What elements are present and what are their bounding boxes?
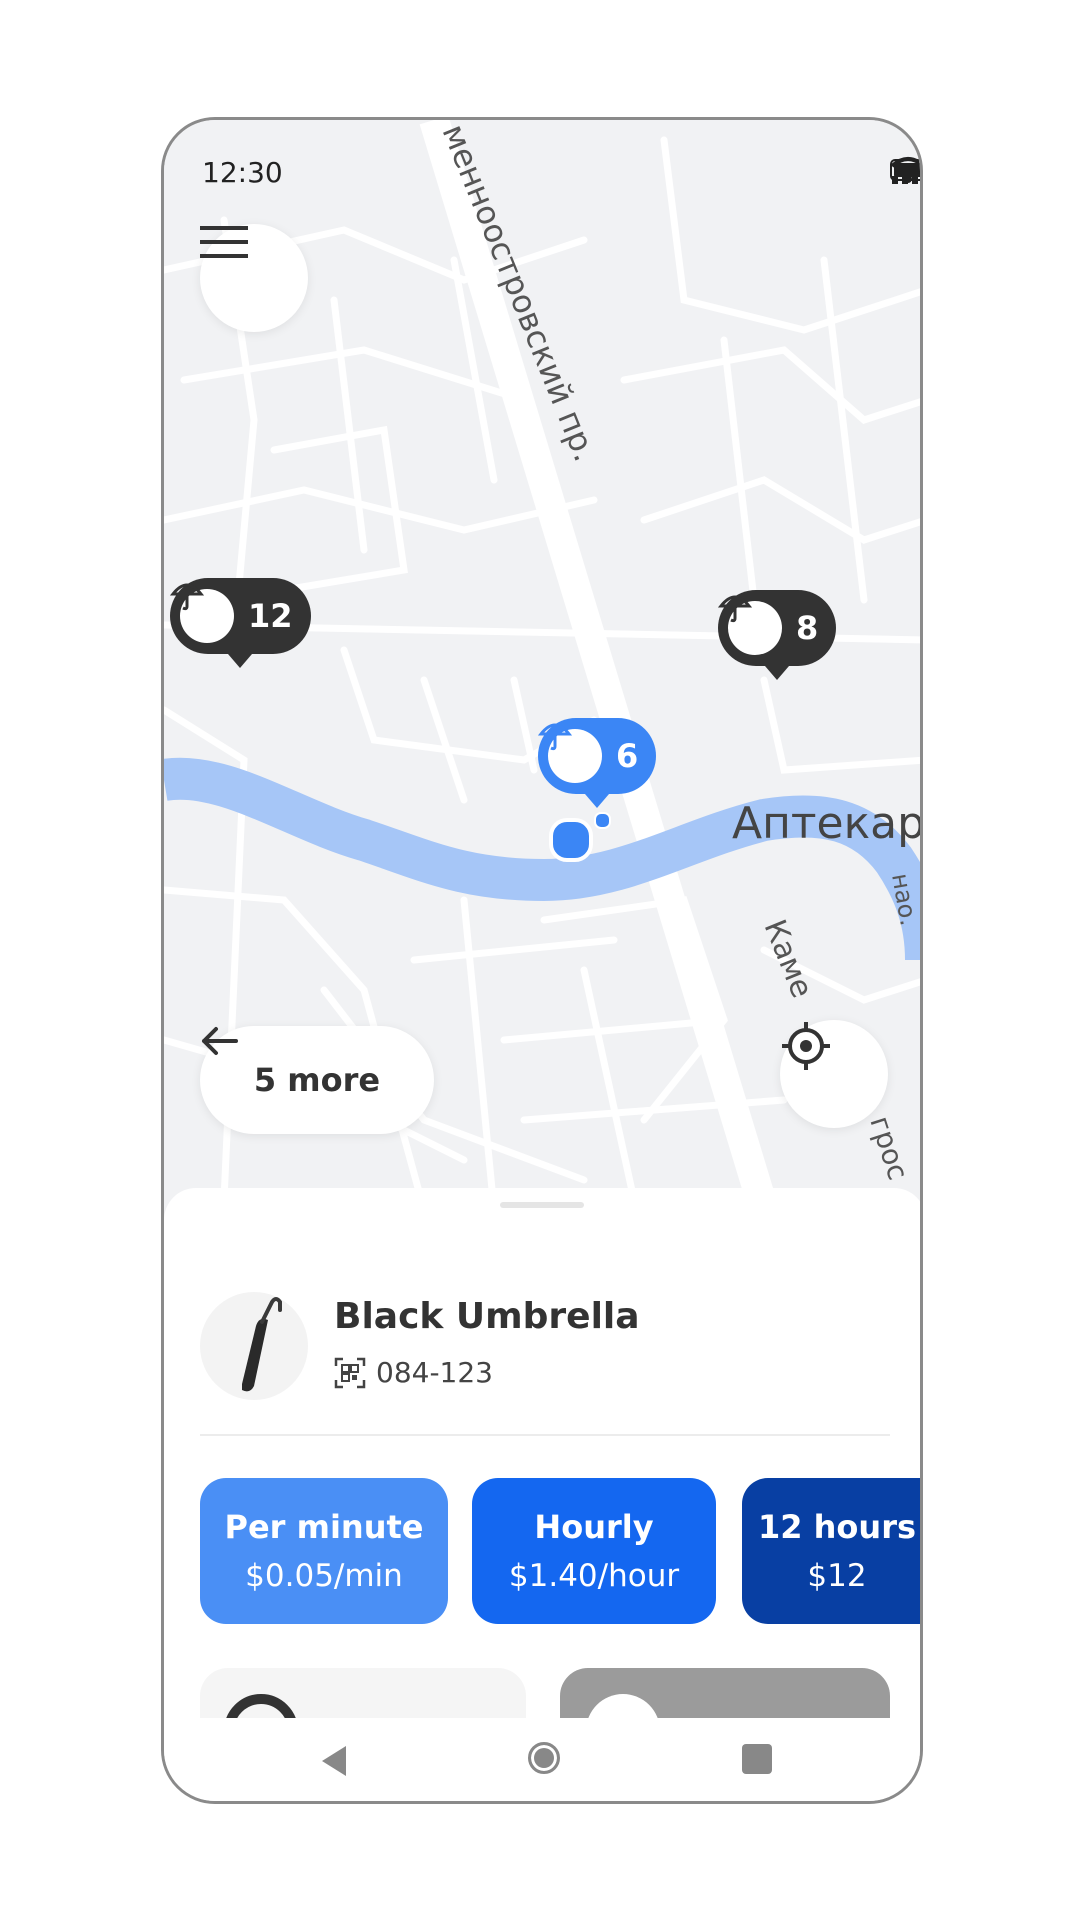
- street-label-aptekar: Аптекар: [732, 798, 923, 849]
- plan-12-hours[interactable]: 12 hours $12: [742, 1478, 920, 1624]
- bottom-sheet: Black Umbrella 084-123 Per minute $0.05/…: [164, 1188, 920, 1718]
- hamburger-icon: [200, 226, 248, 258]
- menu-button[interactable]: [200, 224, 308, 332]
- umbrella-icon: [538, 723, 602, 783]
- pin-count: 8: [796, 609, 819, 647]
- plan-title: Hourly: [534, 1508, 654, 1546]
- divider: [200, 1434, 890, 1436]
- system-navigation-bar: [164, 1718, 920, 1801]
- street-label-kame: Каме: [757, 915, 820, 1003]
- user-location-dot: [549, 818, 593, 862]
- item-title: Black Umbrella: [334, 1296, 640, 1337]
- more-stations-label: 5 more: [253, 1061, 381, 1099]
- item-code: 084-123: [376, 1356, 493, 1389]
- home-nav-icon[interactable]: [528, 1742, 560, 1774]
- umbrella-station-pin[interactable]: 8: [718, 590, 837, 680]
- street-label-gros: грос: [863, 1112, 914, 1184]
- recents-nav-icon[interactable]: [742, 1744, 772, 1774]
- selected-umbrella-station-pin[interactable]: 6: [538, 718, 657, 808]
- crosshair-icon: [782, 1022, 830, 1070]
- battery-icon: [890, 159, 920, 181]
- plan-per-minute[interactable]: Per minute $0.05/min: [200, 1478, 448, 1624]
- my-location-button[interactable]: [780, 1020, 888, 1128]
- status-bar: 12:30: [164, 120, 920, 220]
- status-time: 12:30: [202, 156, 283, 189]
- qr-code-icon: [334, 1357, 366, 1388]
- pin-count: 12: [248, 597, 293, 635]
- option-icon: [224, 1694, 298, 1718]
- plan-price: $1.40/hour: [508, 1558, 680, 1594]
- more-stations-button[interactable]: 5 more: [200, 1026, 434, 1134]
- umbrella-station-pin[interactable]: 12: [170, 578, 311, 668]
- umbrella-product-icon: [242, 1297, 282, 1392]
- plan-hourly[interactable]: Hourly $1.40/hour: [472, 1478, 716, 1624]
- plan-title: 12 hours: [757, 1508, 917, 1546]
- option-card[interactable]: [200, 1668, 526, 1718]
- umbrella-icon: [718, 595, 782, 655]
- pin-count: 6: [616, 737, 639, 775]
- back-nav-icon[interactable]: [318, 1744, 348, 1778]
- item-code-row: 084-123: [334, 1356, 493, 1389]
- phone-frame: менноостровский пр. Аптекар Каме нао. гр…: [161, 117, 923, 1804]
- plan-price: $0.05/min: [245, 1558, 403, 1594]
- umbrella-icon: [170, 583, 234, 643]
- arrow-left-icon: [202, 1027, 238, 1055]
- sheet-drag-handle[interactable]: [500, 1202, 584, 1208]
- map-view[interactable]: менноостровский пр. Аптекар Каме нао. гр…: [164, 120, 923, 1210]
- plan-price: $12: [807, 1558, 867, 1594]
- user-heading-dot: [594, 812, 611, 829]
- item-avatar: [200, 1292, 308, 1400]
- plan-title: Per minute: [224, 1508, 424, 1546]
- option-icon: [586, 1694, 660, 1718]
- option-card-disabled[interactable]: [560, 1668, 890, 1718]
